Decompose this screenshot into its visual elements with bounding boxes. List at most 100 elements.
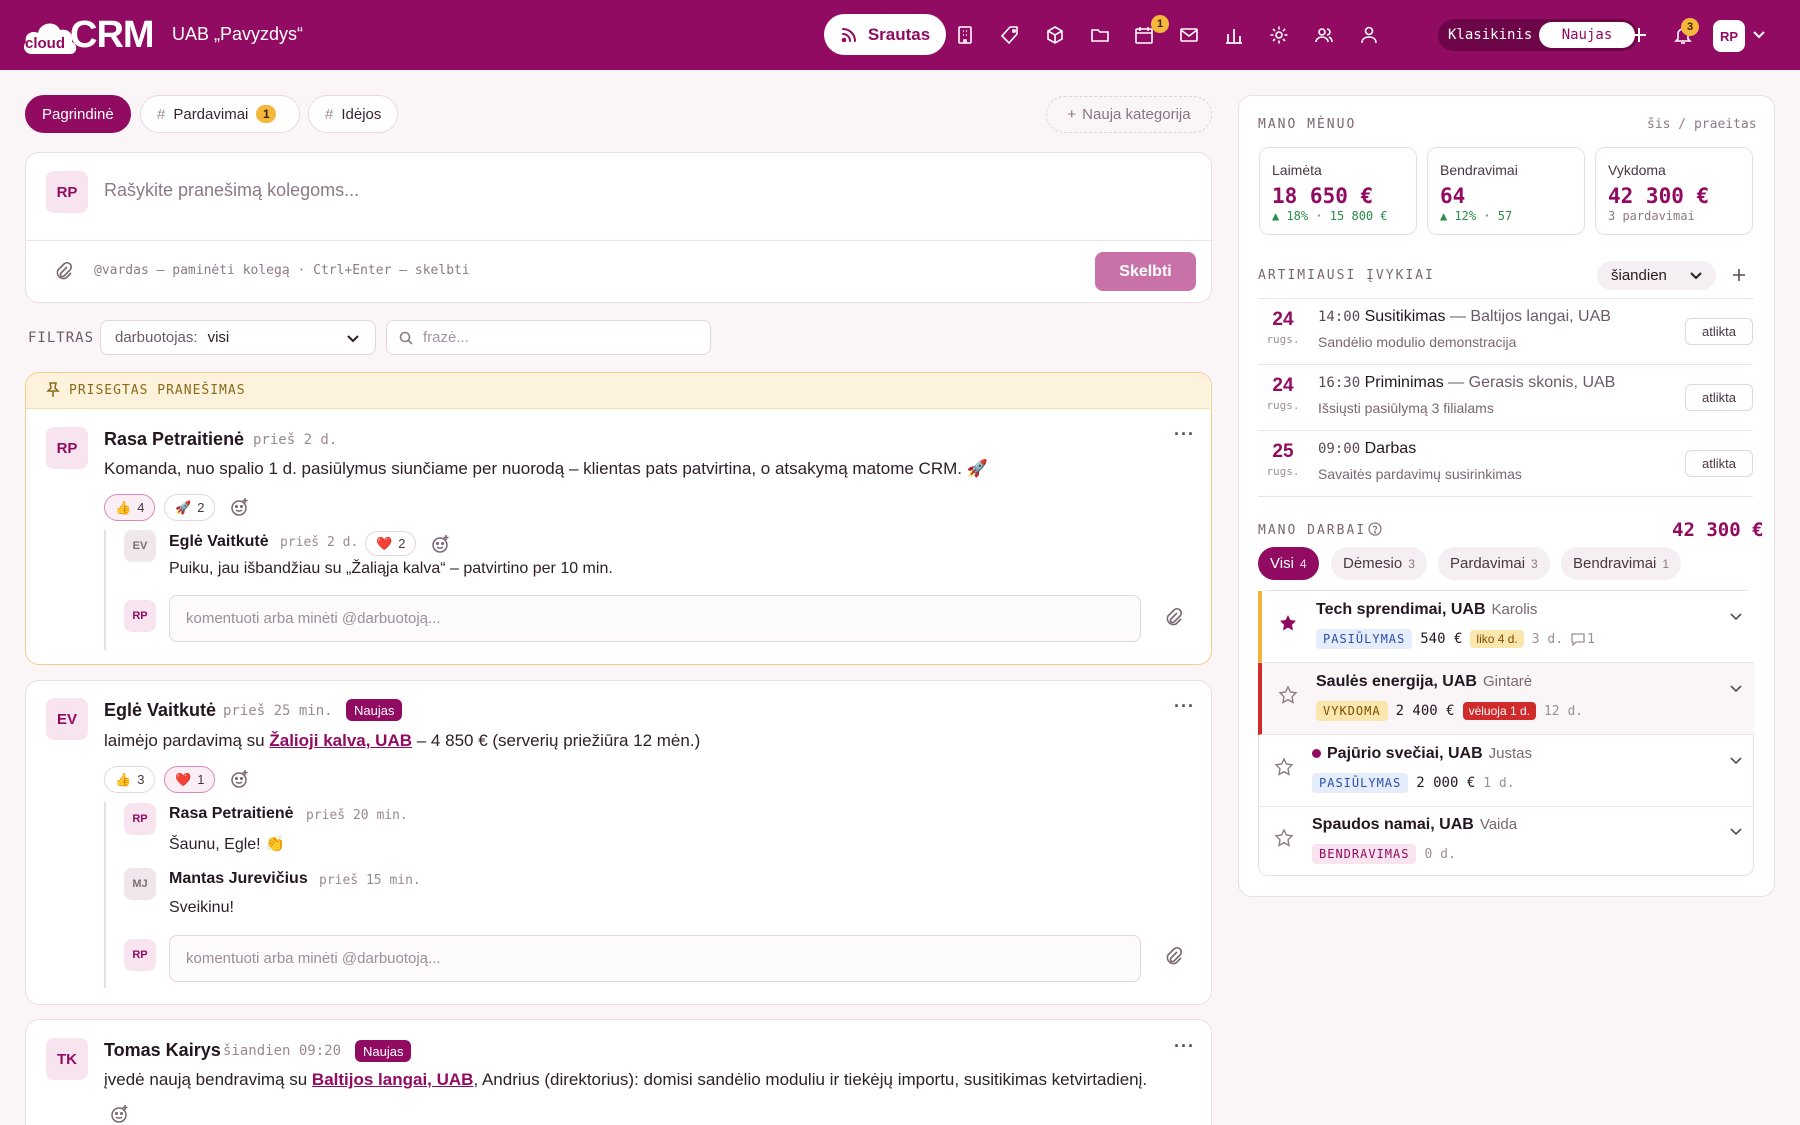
search-icon [399,331,413,345]
event-done-button[interactable]: atlikta [1685,450,1753,477]
building-icon[interactable] [955,25,975,45]
reply-author[interactable]: Rasa Petraitienė [169,805,294,823]
post-text-post: , Andrius (direktorius): domisi sandėlio… [473,1070,1148,1089]
work-tab-interactions[interactable]: Bendravimai 1 [1561,547,1682,580]
composer-input[interactable]: Rašykite pranešimą kolegoms... [104,180,359,201]
work-tab-count: 1 [1662,556,1670,571]
work-tab-attention[interactable]: Dėmesio 3 [1331,547,1427,580]
view-classic-option[interactable]: Klasikinis [1448,27,1532,43]
chevron-down-icon[interactable] [1730,757,1742,765]
unread-dot-icon [1312,749,1321,758]
chevron-down-icon[interactable] [1730,828,1742,836]
add-reaction-icon[interactable] [431,534,451,554]
tab-pardavimai[interactable]: # Pardavimai 1 [140,95,300,133]
paperclip-icon[interactable] [53,261,73,281]
chevron-down-icon[interactable] [1753,30,1765,40]
event-item[interactable]: 24 rugs. 14:00 Susitikimas — Baltijos la… [1258,299,1753,365]
reply-time: prieš 15 min. [319,873,421,888]
tab-pagrindine[interactable]: Pagrindinė [25,95,131,133]
month-period[interactable]: šis / praeitas [1647,117,1757,132]
chevron-down-icon[interactable] [1730,613,1742,621]
paperclip-icon[interactable] [1163,946,1183,966]
users-icon[interactable] [1314,25,1334,45]
post-author[interactable]: Tomas Kairys [104,1040,221,1061]
work-item[interactable]: Pajūrio svečiai, UAB Justas PASIŪLYMAS 2 … [1258,735,1754,807]
composer-hint: @vardas — paminėti kolegą · Ctrl+Enter —… [94,263,470,278]
add-reaction-icon[interactable] [230,497,250,517]
reaction-heart[interactable]: ❤️ 2 [365,531,417,556]
user-avatar[interactable]: RP [1713,20,1745,52]
reaction-count: 3 [137,772,145,787]
company-name[interactable]: UAB „Pavyzdys“ [172,24,303,45]
event-item[interactable]: 25 rugs. 09:00 Darbas Savaitės pardavimų… [1258,431,1753,497]
reply-author[interactable]: Mantas Jurevičius [169,870,308,888]
more-options-icon[interactable]: ··· [1174,696,1195,717]
event-company: — Gerasis skonis, UAB [1443,374,1616,391]
chart-icon[interactable] [1224,25,1244,45]
new-badge: Naujas [355,1040,412,1062]
events-range-select[interactable]: šiandien [1597,261,1716,290]
reply-author[interactable]: Eglė Vaitkutė [169,533,269,551]
paperclip-icon[interactable] [1163,607,1183,627]
reaction-heart[interactable]: ❤️ 1 [164,766,216,793]
work-tab-all[interactable]: Visi 4 [1258,547,1319,580]
work-item[interactable]: Tech sprendimai, UAB Karolis PASIŪLYMAS 5… [1258,591,1754,663]
user-icon[interactable] [1359,25,1379,45]
heart-icon: ❤️ [175,771,192,787]
gear-icon[interactable] [1269,25,1289,45]
post-author[interactable]: Rasa Petraitienė [104,429,244,450]
stat-won: Laimėta 18 650 € ▲ 18% · 15 800 € [1259,147,1417,235]
submit-post-button[interactable]: Skelbti [1095,252,1196,291]
box-icon[interactable] [1045,25,1065,45]
company-link[interactable]: Baltijos langai, UAB [312,1070,474,1089]
work-age: 1 d. [1483,775,1515,791]
company-link[interactable]: Žalioji kalva, UAB [269,731,412,750]
tab-idejos[interactable]: # Idėjos [308,95,399,133]
work-company-name: Spaudos namai, UAB [1312,816,1474,833]
work-age: 12 d. [1543,703,1584,719]
status-badge: PASIŪLYMAS [1316,629,1413,649]
add-event-icon[interactable] [1732,268,1746,282]
employee-filter-select[interactable]: darbuotojas: visi [100,320,376,355]
comment-input[interactable]: komentuoti arba minėti @darbuotoją... [169,595,1141,642]
overdue-badge: vėluoja 1 d. [1462,702,1536,720]
star-icon[interactable] [1278,685,1298,705]
post-author[interactable]: Eglė Vaitkutė [104,700,216,721]
post-avatar: RP [46,427,88,469]
reaction-count: 2 [398,536,406,551]
search-input[interactable]: frazė... [386,320,711,355]
reaction-like[interactable]: 👍 3 [104,766,156,793]
comment-input[interactable]: komentuoti arba minėti @darbuotoją... [169,935,1141,982]
folder-icon[interactable] [1090,25,1110,45]
star-icon[interactable] [1274,828,1294,848]
add-reaction-icon[interactable] [230,769,250,789]
add-reaction-icon[interactable] [110,1104,130,1124]
star-icon[interactable] [1274,757,1294,777]
event-done-button[interactable]: atlikta [1685,318,1753,345]
event-item[interactable]: 24 rugs. 16:30 Priminimas — Gerasis skon… [1258,365,1753,431]
thread-line [104,802,106,988]
more-options-icon[interactable]: ··· [1174,1036,1195,1057]
reaction-like[interactable]: 👍 4 [104,494,156,521]
new-category-button[interactable]: + Nauja kategorija [1046,96,1212,133]
work-item[interactable]: Spaudos namai, UAB Vaida BENDRAVIMAS 0 d. [1258,806,1754,878]
work-tab-sales[interactable]: Pardavimai 3 [1438,547,1550,580]
tag-icon[interactable] [1000,25,1020,45]
mail-icon[interactable] [1179,25,1199,45]
event-desc: Išsiųsti pasiūlymą 3 filialams [1318,400,1494,416]
star-filled-icon[interactable] [1278,613,1298,633]
help-icon[interactable] [1368,522,1382,536]
more-options-icon[interactable]: ··· [1174,424,1195,445]
post-text-pre: įvedė naują bendravimą su [104,1070,312,1089]
work-item[interactable]: Saulės energija, UAB Gintarė VYKDOMA 2 40… [1258,663,1754,735]
plus-icon[interactable] [1630,26,1648,44]
reaction-rocket[interactable]: 🚀 2 [164,494,216,521]
status-badge: PASIŪLYMAS [1312,773,1409,793]
reply-avatar: RP [124,803,156,835]
tab-count-badge: 1 [256,105,277,123]
event-done-button[interactable]: atlikta [1685,384,1753,411]
view-toggle[interactable]: Klasikinis Naujas [1438,19,1638,51]
view-new-option[interactable]: Naujas [1539,22,1635,48]
chevron-down-icon[interactable] [1730,685,1742,693]
nav-srautas-button[interactable]: Srautas [824,14,946,55]
